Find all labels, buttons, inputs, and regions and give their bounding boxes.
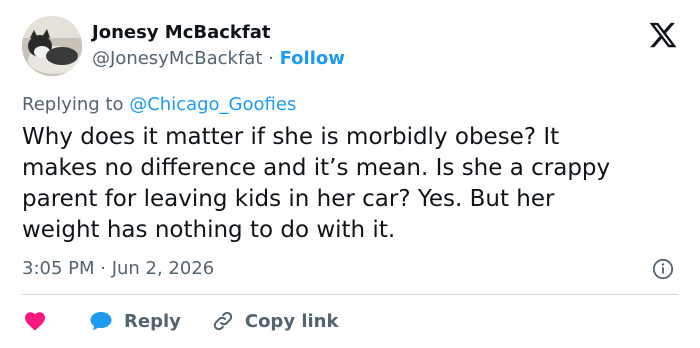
speech-bubble-icon	[90, 312, 112, 331]
like-button[interactable]	[22, 309, 48, 333]
author-name[interactable]: Jonesy McBackfat	[92, 22, 270, 43]
author-handle-row: @JonesyMcBackfat · Follow	[92, 48, 345, 69]
replying-to: Replying to @Chicago_Goofies	[22, 94, 296, 115]
info-icon[interactable]	[652, 258, 674, 280]
divider	[22, 294, 678, 295]
action-bar: Reply Copy link	[22, 306, 338, 336]
replying-prefix: Replying to	[22, 94, 124, 115]
link-icon	[213, 311, 233, 331]
avatar[interactable]	[22, 16, 82, 76]
separator-dot: ·	[268, 48, 274, 69]
replying-mention[interactable]: @Chicago_Goofies	[129, 94, 296, 115]
copy-link-button[interactable]: Copy link	[181, 309, 339, 333]
heart-icon	[25, 312, 45, 331]
tweet-text: Why does it matter if she is morbidly ob…	[22, 124, 611, 243]
copy-link-label: Copy link	[244, 310, 339, 332]
tweet-timestamp[interactable]: 3:05 PM · Jun 2, 2026	[22, 258, 214, 279]
reply-label: Reply	[124, 310, 181, 332]
x-logo-icon[interactable]	[648, 20, 678, 50]
follow-button[interactable]: Follow	[280, 48, 345, 69]
reply-button[interactable]: Reply	[48, 309, 181, 333]
author-handle[interactable]: @JonesyMcBackfat	[92, 48, 262, 69]
